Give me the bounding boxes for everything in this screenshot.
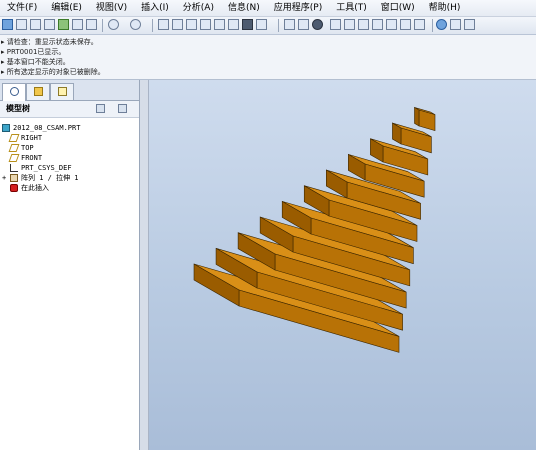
message-line: ▸ 基本窗口不能关闭。 <box>1 58 70 66</box>
regenerate-icon[interactable] <box>214 19 225 30</box>
tree-settings-icon[interactable] <box>96 104 105 113</box>
save-copy-icon[interactable] <box>72 19 83 30</box>
tab-folder-browser[interactable] <box>26 83 50 100</box>
layers-icon[interactable] <box>330 19 341 30</box>
model-tree-title: 模型树 <box>6 104 30 113</box>
datum-plane-icon <box>8 154 20 162</box>
part-icon <box>2 124 10 132</box>
appearance-icon[interactable] <box>436 19 447 30</box>
tree-item[interactable]: TOP <box>0 143 139 153</box>
orient-icon[interactable] <box>358 19 369 30</box>
message-area: ▸ 请检查：重显示状态未保存。 ▸ PRT0001已显示。 ▸ 基本窗口不能关闭… <box>0 35 536 80</box>
pattern-icon <box>10 174 18 182</box>
menu-item[interactable]: 帮助(H) <box>422 0 468 16</box>
menu-bar: 文件(F) 编辑(E) 视图(V) 插入(I) 分析(A) 信息(N) 应用程序(P) 工具(… <box>0 0 536 17</box>
toolbar-separator <box>102 19 103 32</box>
csys-icon <box>10 164 18 172</box>
tab-favorites[interactable] <box>50 83 74 100</box>
menu-item[interactable]: 分析(A) <box>176 0 221 16</box>
open-file-icon[interactable] <box>16 19 27 30</box>
tree-item[interactable]: 在此插入 <box>0 183 139 193</box>
zoom-out-icon[interactable] <box>386 19 397 30</box>
new-file-icon[interactable] <box>2 19 13 30</box>
tab-model-tree[interactable] <box>2 83 26 101</box>
folder-icon <box>34 87 43 96</box>
toolbar-separator <box>432 19 433 32</box>
menu-item[interactable]: 工具(T) <box>329 0 374 16</box>
tree-item-label: PRT_CSYS_DEF <box>21 164 72 172</box>
favorites-icon <box>58 87 67 96</box>
cut-icon[interactable] <box>158 19 169 30</box>
menu-item[interactable]: 视图(V) <box>89 0 134 16</box>
tree-item-label: FRONT <box>21 154 43 162</box>
toolbar-separator <box>278 19 279 32</box>
panel-sash[interactable] <box>140 80 149 450</box>
tree-item[interactable]: + 阵列 1 / 拉伸 1 <box>0 173 139 183</box>
tree-item[interactable]: PRT_CSYS_DEF <box>0 163 139 173</box>
menu-item[interactable]: 文件(F) <box>0 0 44 16</box>
model-tree-header: 模型树 <box>0 101 139 118</box>
mirror-icon[interactable] <box>284 19 295 30</box>
refit-icon[interactable] <box>400 19 411 30</box>
spin-center-icon[interactable] <box>298 19 309 30</box>
zoom-in-icon[interactable] <box>372 19 383 30</box>
tree-item-label: TOP <box>21 144 34 152</box>
insert-here-icon <box>10 184 18 192</box>
paste-special-icon[interactable] <box>200 19 211 30</box>
copy-icon[interactable] <box>172 19 183 30</box>
datum-plane-icon <box>8 144 20 152</box>
tree-item-label: 在此插入 <box>21 184 49 192</box>
tree-item[interactable]: RIGHT <box>0 133 139 143</box>
step-side-face <box>414 106 420 127</box>
window-icon[interactable] <box>86 19 97 30</box>
tree-item[interactable]: FRONT <box>0 153 139 163</box>
tree-item-label: 2012_08_CSAM.PRT <box>13 124 81 132</box>
tree-item[interactable]: 2012_08_CSAM.PRT <box>0 123 139 133</box>
sphere-display-icon[interactable] <box>312 19 323 30</box>
shaded-view-icon[interactable] <box>344 19 355 30</box>
menu-item[interactable]: 应用程序(P) <box>267 0 329 16</box>
view-manager-icon[interactable] <box>414 19 425 30</box>
menu-item[interactable]: 信息(N) <box>221 0 267 16</box>
graphics-window[interactable] <box>149 80 536 450</box>
message-line: ▸ 请检查：重显示状态未保存。 <box>1 38 98 46</box>
save-icon[interactable] <box>30 19 41 30</box>
menu-item[interactable]: 编辑(E) <box>44 0 89 16</box>
find-icon[interactable] <box>242 19 253 30</box>
tree-item-label: 阵列 1 / 拉伸 1 <box>21 174 79 182</box>
menu-item[interactable]: 插入(I) <box>134 0 176 16</box>
regen-manager-icon[interactable] <box>228 19 239 30</box>
navigator-panel: 模型树 2012_08_CSAM.PRT RIGHT TOP FRONT PRT_CSY… <box>0 80 140 450</box>
show-menu-icon[interactable] <box>118 104 127 113</box>
model-tree-icon <box>10 87 19 96</box>
print-icon[interactable] <box>44 19 55 30</box>
redo-icon[interactable] <box>130 19 141 30</box>
menu-item[interactable]: 窗口(W) <box>374 0 422 16</box>
navigator-tabs <box>0 80 139 101</box>
main-toolbar <box>0 17 536 35</box>
datum-plane-icon <box>8 134 20 142</box>
tree-item-label: RIGHT <box>21 134 43 142</box>
paste-icon[interactable] <box>186 19 197 30</box>
undo-icon[interactable] <box>108 19 119 30</box>
select-box-icon[interactable] <box>256 19 267 30</box>
message-line: ▸ PRT0001已显示。 <box>1 48 66 56</box>
hidden-line-icon[interactable] <box>464 19 475 30</box>
toolbar-separator <box>152 19 153 32</box>
display-style-icon[interactable] <box>450 19 461 30</box>
email-icon[interactable] <box>58 19 69 30</box>
pyramid-model <box>193 106 436 353</box>
message-line: ▸ 所有选定显示的对象已被删除。 <box>1 68 105 76</box>
expand-icon[interactable]: + <box>2 173 6 183</box>
